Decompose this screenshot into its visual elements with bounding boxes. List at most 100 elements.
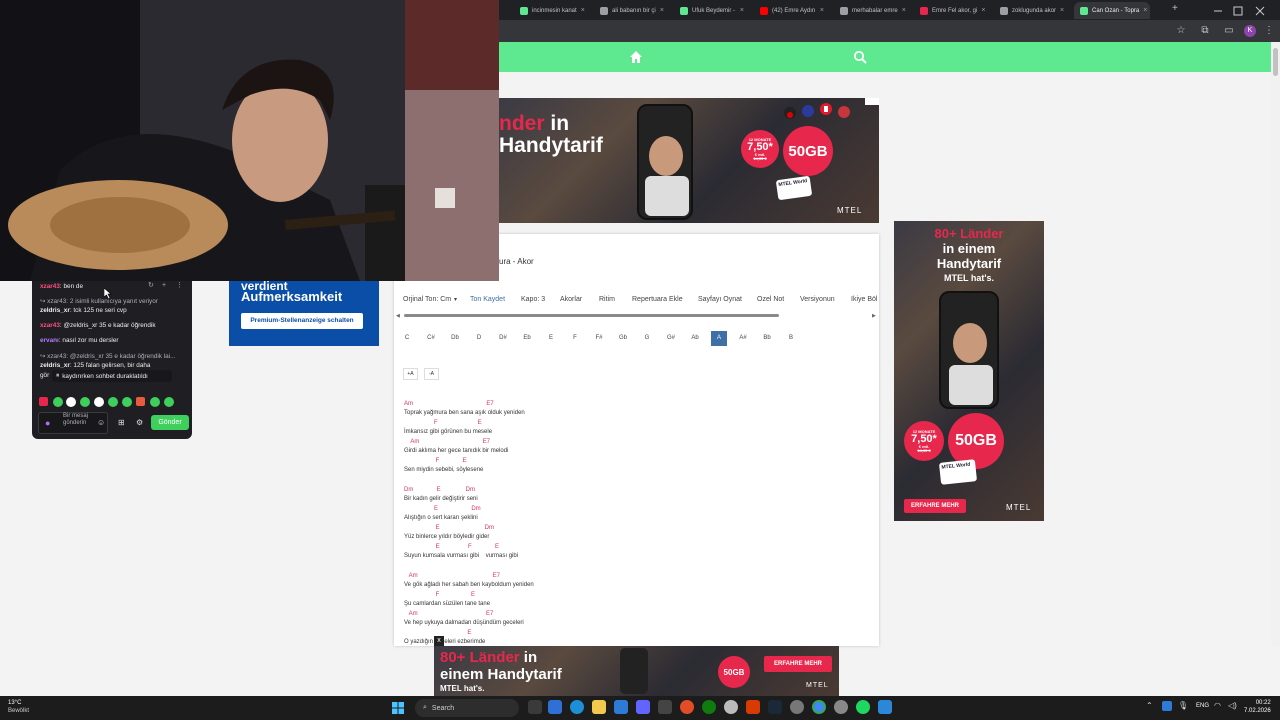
rhythm-button[interactable]: Ritim <box>599 296 615 303</box>
font-increase-button[interactable]: +A <box>403 368 418 380</box>
tone-option[interactable]: D# <box>495 335 511 341</box>
tone-option[interactable]: C <box>399 335 415 341</box>
mastodon-icon[interactable] <box>636 700 650 714</box>
bottom-ad-banner[interactable]: 80+ Länder in einem Handytarif MTEL hat'… <box>434 646 839 696</box>
chat-username[interactable]: zeldris_xr <box>40 362 70 369</box>
tone-option[interactable]: G <box>639 335 655 341</box>
app-icon-1[interactable] <box>658 700 672 714</box>
chat-reply-context[interactable]: ↪ xzar43: 2 isimli kullanıcıya yanıt ver… <box>40 297 185 305</box>
tone-option[interactable]: Gb <box>615 335 631 341</box>
chat-username[interactable]: zeldris_xr <box>40 307 70 314</box>
tab-close-icon[interactable]: × <box>1056 7 1064 14</box>
chord-line[interactable]: E Dm <box>404 525 494 531</box>
tone-option[interactable]: G# <box>663 335 679 341</box>
chat-message[interactable]: xzar43: ben de <box>40 283 185 290</box>
spotify-icon[interactable] <box>856 700 870 714</box>
tab-close-icon[interactable]: × <box>656 7 664 14</box>
chord-line[interactable]: Am E7 <box>404 573 500 579</box>
tone-option[interactable]: Eb <box>519 335 535 341</box>
weather-widget[interactable]: 13°C Bewölkt <box>8 699 29 715</box>
add-to-repertoire-button[interactable]: Repertuara Ekle <box>632 296 683 303</box>
browser-tab[interactable]: incinmesin kanat × <box>514 2 590 19</box>
bottom-ad-cta-button[interactable]: ERFAHRE MEHR <box>764 656 832 672</box>
more-menu-icon[interactable]: ⋮ <box>1262 24 1276 38</box>
top-ad-banner[interactable]: nder in Handytarif 12 MONATE 7,50* € mtl… <box>499 98 879 223</box>
chat-send-button[interactable]: Gönder <box>151 415 189 430</box>
mail-icon[interactable] <box>614 700 628 714</box>
browser-tab[interactable]: Can Ozan - Topra × <box>1074 2 1150 19</box>
tone-option[interactable]: A <box>711 331 727 346</box>
chat-message-input[interactable]: ● Bir mesaj gönderin ☺ <box>38 412 108 434</box>
edge-browser-icon[interactable] <box>570 700 584 714</box>
tone-option[interactable]: B <box>783 335 799 341</box>
emote-icons[interactable] <box>38 396 186 408</box>
app-icon-3[interactable] <box>724 700 738 714</box>
tab-close-icon[interactable]: × <box>816 7 824 14</box>
browser-tab[interactable]: ali babanın bir çi × <box>594 2 670 19</box>
chord-line[interactable]: E Dm <box>404 506 481 512</box>
tone-option[interactable]: E <box>543 335 559 341</box>
save-tone-button[interactable]: Ton Kaydet <box>470 296 505 303</box>
tone-option[interactable]: A# <box>735 335 751 341</box>
tone-option[interactable]: D <box>471 335 487 341</box>
private-note-button[interactable]: Ozel Not <box>757 296 784 303</box>
xbox-icon[interactable] <box>702 700 716 714</box>
right-ad-banner[interactable]: 80+ Länder in einem Handytarif MTEL hat'… <box>894 221 1044 521</box>
tone-option[interactable]: F# <box>591 335 607 341</box>
chord-line[interactable]: E F E <box>404 544 499 550</box>
chord-line[interactable]: F E <box>404 420 482 426</box>
font-decrease-button[interactable]: -A <box>424 368 439 380</box>
chat-message[interactable]: zeldris_xr: tck 125 ne seri cvp <box>40 307 185 314</box>
language-indicator[interactable]: ENG <box>1196 703 1209 709</box>
task-view-icon[interactable] <box>528 700 542 714</box>
page-scrollbar[interactable] <box>1271 42 1280 646</box>
windows-start-icon[interactable] <box>392 702 404 714</box>
chord-line[interactable]: F E <box>404 458 467 464</box>
browser-tab[interactable]: Emre Fel akor, gi × <box>914 2 990 19</box>
chat-username[interactable]: xzar43 <box>40 283 60 290</box>
capo-button[interactable]: Kapo: 3 <box>521 296 545 303</box>
chrome-icon[interactable] <box>812 700 826 714</box>
app-icon-4[interactable] <box>746 700 760 714</box>
chat-reply-context[interactable]: ↪ xzar43: @zeldris_xr 35 e kadar öğrendi… <box>40 352 185 360</box>
obs-icon[interactable] <box>834 700 848 714</box>
window-controls[interactable] <box>1210 4 1270 16</box>
chat-username[interactable]: ervanı <box>40 337 59 344</box>
sidebar-icon[interactable]: ▭ <box>1222 24 1236 38</box>
microphone-icon[interactable]: ● <box>45 418 50 428</box>
file-explorer-icon[interactable] <box>592 700 606 714</box>
app-icon-5[interactable] <box>878 700 892 714</box>
left-ad-cta-button[interactable]: Premium-Stellenanzeige schalten <box>241 313 363 329</box>
tab-close-icon[interactable]: × <box>1139 7 1147 14</box>
browser-tab[interactable]: Ufuk Beydemir - × <box>674 2 750 19</box>
chord-line[interactable]: Am E7 <box>404 439 490 445</box>
microphone-tray-icon[interactable]: 🎙 <box>1178 701 1188 710</box>
chat-message[interactable]: zeldris_xr: 125 falan gelirsen, bir daha <box>40 362 185 369</box>
tab-close-icon[interactable]: × <box>577 7 585 14</box>
split-view-button[interactable]: Ikiye Böl <box>851 296 877 303</box>
wifi-icon[interactable]: ◠ <box>1214 701 1221 710</box>
chevron-down-icon[interactable]: ▾ <box>454 296 457 303</box>
tab-close-icon[interactable]: × <box>736 7 744 14</box>
taskbar-search-input[interactable]: ⌕ Search <box>415 699 519 717</box>
tone-option[interactable]: Db <box>447 335 463 341</box>
chord-line[interactable]: Am E7 <box>404 611 494 617</box>
widgets-icon[interactable] <box>548 700 562 714</box>
chord-line[interactable]: F E <box>404 592 475 598</box>
tone-option[interactable]: C# <box>423 335 439 341</box>
settings-gear-icon[interactable]: ⚙ <box>136 418 143 427</box>
profile-avatar[interactable]: K <box>1244 25 1256 37</box>
chat-paused-notice[interactable]: ⏸ kaydırırken sohbet duraklatıldı <box>52 370 172 382</box>
chord-line[interactable]: Am E7 <box>404 401 494 407</box>
autoscroll-button[interactable]: Sayfayı Oynat <box>698 296 742 303</box>
browser-tab[interactable]: (42) Emre Aydın × <box>754 2 830 19</box>
home-icon[interactable] <box>629 50 643 64</box>
toolbar-scrollbar[interactable]: ◀ ▶ <box>394 313 879 319</box>
original-tone-select[interactable]: Orjinal Ton: Cm <box>403 296 451 303</box>
window-controls-icon[interactable] <box>1210 5 1270 17</box>
tone-option[interactable]: Bb <box>759 335 775 341</box>
ad-choices-icon[interactable] <box>865 98 879 105</box>
tab-close-icon[interactable]: × <box>898 7 906 14</box>
star-icon[interactable]: ☆ <box>1174 24 1188 38</box>
settings-icon[interactable] <box>790 700 804 714</box>
